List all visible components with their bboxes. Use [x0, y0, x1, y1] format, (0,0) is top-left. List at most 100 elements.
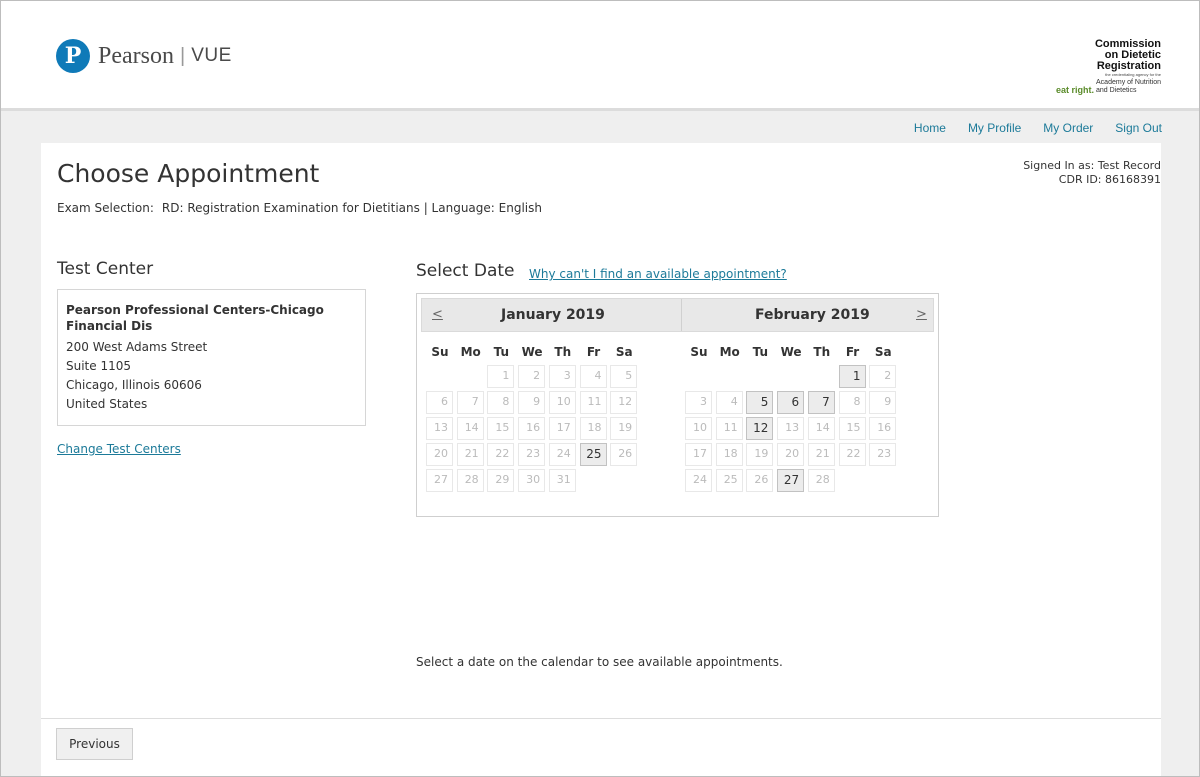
calendar-day: 16: [869, 417, 897, 440]
test-center-city: Chicago, Illinois 60606: [66, 378, 202, 392]
calendar-day: 15: [838, 417, 866, 440]
calendar-day-available[interactable]: 27: [777, 469, 805, 492]
cdr-logo: Commission on Dietetic Registration the …: [1051, 39, 1161, 95]
logo-pearson-text: Pearson: [98, 42, 174, 69]
previous-button[interactable]: Previous: [56, 728, 133, 760]
calendar-day: 8: [487, 391, 515, 414]
weekday-header: We: [780, 345, 802, 359]
calendar-day: 3: [548, 365, 576, 388]
calendar-day: 18: [579, 417, 607, 440]
calendar-day: 24: [548, 443, 576, 466]
test-center-heading: Test Center: [57, 259, 154, 279]
calendar-day: 24: [685, 469, 712, 492]
weekday-header: Tu: [493, 345, 510, 359]
calendar-day: 10: [685, 417, 712, 440]
weekday-header: Th: [813, 345, 831, 359]
signed-in-name: Signed In as: Test Record: [1023, 159, 1161, 172]
calendar-day: 28: [807, 469, 835, 492]
calendar-day: 18: [715, 443, 743, 466]
academy-text: Academy of Nutrition and Dietetics: [1096, 79, 1161, 95]
logo-separator: |: [179, 44, 186, 67]
calendar-day: 21: [456, 443, 484, 466]
calendar-day: 28: [456, 469, 484, 492]
nav-home-link[interactable]: Home: [914, 121, 946, 135]
change-test-centers-link[interactable]: Change Test Centers: [57, 442, 181, 456]
month-title-february: February 2019: [755, 307, 870, 323]
calendar-day: 13: [426, 417, 453, 440]
calendar-header: < January 2019 February 2019 >: [421, 298, 934, 332]
next-month-button[interactable]: >: [916, 307, 927, 322]
calendar-day: 10: [548, 391, 576, 414]
test-center-address-box: Pearson Professional Centers-Chicago Fin…: [57, 289, 366, 426]
calendar-day: 8: [838, 391, 866, 414]
calendar-day: 5: [610, 365, 638, 388]
academy-line2: and Dietetics: [1096, 87, 1137, 94]
calendar-day: 11: [579, 391, 607, 414]
weekday-header: Th: [554, 345, 572, 359]
calendar-day-available[interactable]: 6: [777, 391, 805, 414]
browser-frame: P Pearson | VUE Commission on Dietetic R…: [0, 0, 1200, 777]
cdr-id: CDR ID: 86168391: [1058, 173, 1161, 186]
calendar-day: 4: [579, 365, 607, 388]
weekday-header: Sa: [615, 345, 633, 359]
pearson-vue-logo[interactable]: P Pearson | VUE: [56, 39, 232, 73]
appointment-calendar: < January 2019 February 2019 > Su Mo Tu We T…: [416, 293, 939, 517]
calendar-day: 16: [518, 417, 546, 440]
weekday-header: Sa: [874, 345, 892, 359]
exam-selection-label: Exam Selection:: [57, 201, 154, 215]
nav-sign-out-link[interactable]: Sign Out: [1115, 121, 1162, 135]
calendar-day: 4: [715, 391, 743, 414]
calendar-day: 20: [777, 443, 805, 466]
calendar-day: 6: [426, 391, 453, 414]
weekday-header: Su: [690, 345, 708, 359]
calendar-day: 22: [838, 443, 866, 466]
pearson-logo-icon: P: [56, 39, 90, 73]
test-center-address1: 200 West Adams Street: [66, 340, 208, 354]
calendar-day: 19: [746, 443, 774, 466]
calendar-day: 9: [869, 391, 897, 414]
weekday-header: Tu: [752, 345, 769, 359]
signed-in-info: Signed In as: Test Record CDR ID: 861683…: [1023, 159, 1161, 187]
calendar-day: 11: [715, 417, 743, 440]
calendar-day: 26: [610, 443, 638, 466]
prev-month-button[interactable]: <: [432, 307, 443, 322]
calendar-day: 17: [548, 417, 576, 440]
academy-line1: Academy of Nutrition: [1096, 79, 1161, 86]
calendar-day: 29: [487, 469, 515, 492]
eatright-logo: eat right.: [1056, 85, 1095, 95]
calendar-day-available[interactable]: 25: [579, 443, 607, 466]
calendar-day-available[interactable]: 5: [746, 391, 774, 414]
calendar-day: 12: [610, 391, 638, 414]
calendar-day-available[interactable]: 7: [807, 391, 835, 414]
test-center-country: United States: [66, 397, 148, 411]
page-title: Choose Appointment: [57, 159, 320, 188]
calendar-day: 17: [685, 443, 712, 466]
calendar-hint: Select a date on the calendar to see ava…: [416, 655, 783, 669]
calendar-day: 30: [518, 469, 546, 492]
exam-selection: Exam Selection: RD: Registration Examinat…: [57, 201, 542, 215]
calendar-day: 19: [610, 417, 638, 440]
weekday-header: Fr: [586, 345, 601, 359]
month-title-january: January 2019: [501, 307, 605, 323]
top-nav: Home My Profile My Order Sign Out: [914, 121, 1162, 135]
weekday-header: Su: [431, 345, 449, 359]
select-date-heading: Select Date: [416, 261, 515, 281]
calendar-day: 1: [487, 365, 515, 388]
page-footer: Previous: [41, 719, 1161, 776]
calendar-day: 14: [807, 417, 835, 440]
calendar-day-available[interactable]: 1: [838, 365, 866, 388]
calendar-day: 27: [426, 469, 453, 492]
calendar-day: 7: [456, 391, 484, 414]
appointment-help-link[interactable]: Why can't I find an available appointmen…: [529, 267, 787, 281]
weekday-header: We: [521, 345, 543, 359]
calendar-day-available[interactable]: 12: [746, 417, 774, 440]
nav-my-profile-link[interactable]: My Profile: [968, 121, 1021, 135]
calendar-day: 23: [518, 443, 546, 466]
weekday-header: Mo: [719, 345, 740, 359]
site-header: P Pearson | VUE Commission on Dietetic R…: [1, 1, 1199, 111]
calendar-header-divider: [681, 299, 682, 331]
test-center-name: Pearson Professional Centers-Chicago Fin…: [66, 303, 324, 333]
nav-my-order-link[interactable]: My Order: [1043, 121, 1093, 135]
calendar-day: 23: [869, 443, 897, 466]
cdr-logo-line3: Registration: [1096, 60, 1161, 72]
